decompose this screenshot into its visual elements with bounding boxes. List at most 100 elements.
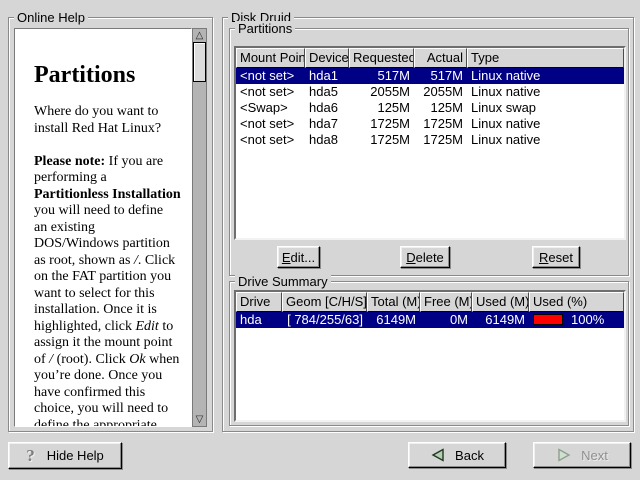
- cell: 517M: [414, 68, 467, 84]
- help-line: as root, shown as /. Click: [34, 253, 191, 270]
- online-help-frame-label: Online Help: [14, 10, 88, 25]
- cell: Linux swap: [467, 100, 624, 116]
- partitions-table: Mount PointDeviceRequestedActualType<not…: [234, 46, 626, 240]
- cell: Linux native: [467, 132, 624, 148]
- column-header[interactable]: Geom [C/H/S]: [282, 292, 367, 312]
- help-area: Partitions Where do you want toinstall R…: [14, 28, 207, 427]
- help-scrollbar[interactable]: △ ▽: [192, 28, 207, 427]
- cell: hda7: [305, 116, 349, 132]
- cell: 1725M: [349, 132, 414, 148]
- cell: 6149M: [367, 312, 420, 328]
- help-line: of / (root). Click Ok when: [34, 352, 191, 369]
- used-bar: [533, 314, 563, 325]
- scroll-down-icon[interactable]: ▽: [193, 413, 206, 426]
- cell: 125M: [349, 100, 414, 116]
- hide-help-label: Hide Help: [47, 448, 104, 463]
- cell: Linux native: [467, 68, 624, 84]
- cell: 517M: [349, 68, 414, 84]
- table-header-row: Mount PointDeviceRequestedActualType: [236, 48, 624, 68]
- cell: 125M: [414, 100, 467, 116]
- help-line: Where do you want to: [34, 104, 191, 121]
- edit-button[interactable]: Edit...: [277, 246, 320, 268]
- help-line: you’re done. Once you: [34, 368, 191, 385]
- cell: <not set>: [236, 84, 305, 100]
- drive-summary-table: DriveGeom [C/H/S]Total (M)Free (M)Used (…: [234, 290, 626, 422]
- question-mark-icon: ?: [26, 446, 35, 466]
- help-title: Partitions: [34, 63, 191, 88]
- partition-row[interactable]: <not set>hda1517M517MLinux native: [236, 68, 624, 84]
- help-line: want to select for this: [34, 286, 191, 303]
- column-header[interactable]: Drive: [236, 292, 282, 312]
- table-header-row: DriveGeom [C/H/S]Total (M)Free (M)Used (…: [236, 292, 624, 312]
- back-button[interactable]: Back: [408, 442, 506, 468]
- cell: 1725M: [414, 132, 467, 148]
- delete-button[interactable]: Delete: [400, 246, 450, 268]
- drive-summary-section: Drive Summary DriveGeom [C/H/S]Total (M)…: [229, 281, 629, 426]
- drive-row[interactable]: hda[ 784/255/63]6149M0M6149M100%: [236, 312, 624, 328]
- help-line: Please note: If you are: [34, 154, 191, 171]
- scrollbar-thumb[interactable]: [193, 42, 206, 82]
- cell: hda8: [305, 132, 349, 148]
- column-header[interactable]: Actual: [414, 48, 467, 68]
- help-line: highlighted, click Edit to: [34, 319, 191, 336]
- disk-druid-panel: Disk Druid Partitions Mount PointDeviceR…: [222, 17, 634, 432]
- cell: 2055M: [349, 84, 414, 100]
- help-line: an existing: [34, 220, 191, 237]
- column-header[interactable]: Device: [305, 48, 349, 68]
- online-help-panel: Online Help Partitions Where do you want…: [8, 17, 213, 432]
- drive-summary-frame-label: Drive Summary: [235, 274, 331, 289]
- partition-row[interactable]: <not set>hda52055M2055MLinux native: [236, 84, 624, 100]
- help-line: you will need to define: [34, 203, 191, 220]
- cell: 2055M: [414, 84, 467, 100]
- back-arrow-icon: [430, 448, 445, 462]
- column-header[interactable]: Used (%): [529, 292, 624, 312]
- cell: 6149M: [472, 312, 529, 328]
- partition-row[interactable]: <not set>hda81725M1725MLinux native: [236, 132, 624, 148]
- help-line: [34, 137, 191, 154]
- help-line: DOS/Windows partition: [34, 236, 191, 253]
- cell: hda6: [305, 100, 349, 116]
- partition-row[interactable]: <not set>hda71725M1725MLinux native: [236, 116, 624, 132]
- help-line: install Red Hat Linux?: [34, 121, 191, 138]
- next-button[interactable]: Next: [533, 442, 631, 468]
- help-line: performing a: [34, 170, 191, 187]
- cell: <not set>: [236, 116, 305, 132]
- cell: <not set>: [236, 132, 305, 148]
- used-percent-value: 100%: [571, 312, 604, 327]
- cell: hda5: [305, 84, 349, 100]
- cell: Linux native: [467, 116, 624, 132]
- hide-help-button[interactable]: ? Hide Help: [8, 442, 122, 469]
- help-text: Where do you want toinstall Red Hat Linu…: [34, 104, 191, 427]
- column-header[interactable]: Used (M): [472, 292, 529, 312]
- cell: <Swap>: [236, 100, 305, 116]
- next-arrow-icon: [556, 448, 571, 462]
- partitions-frame-label: Partitions: [235, 21, 295, 36]
- back-label: Back: [455, 448, 484, 463]
- cell: 0M: [420, 312, 472, 328]
- help-line: have confirmed this: [34, 385, 191, 402]
- column-header[interactable]: Mount Point: [236, 48, 305, 68]
- help-viewport: Partitions Where do you want toinstall R…: [14, 28, 192, 427]
- cell: hda1: [305, 68, 349, 84]
- used-percent-cell: 100%: [529, 312, 624, 328]
- column-header[interactable]: Requested: [349, 48, 414, 68]
- column-header[interactable]: Total (M): [367, 292, 420, 312]
- help-line: choice, you will need to: [34, 401, 191, 418]
- cell: Linux native: [467, 84, 624, 100]
- help-line: installation. Once it is: [34, 302, 191, 319]
- column-header[interactable]: Type: [467, 48, 624, 68]
- cell: hda: [236, 312, 282, 328]
- reset-button[interactable]: Reset: [532, 246, 580, 268]
- scroll-up-icon[interactable]: △: [193, 29, 206, 42]
- cell: 1725M: [414, 116, 467, 132]
- installer-screen: Online Help Partitions Where do you want…: [0, 0, 640, 480]
- column-header[interactable]: Free (M): [420, 292, 472, 312]
- help-line: define the appropriate: [34, 418, 191, 428]
- cell: 1725M: [349, 116, 414, 132]
- partitions-section: Partitions Mount PointDeviceRequestedAct…: [229, 28, 629, 276]
- help-line: on the FAT partition you: [34, 269, 191, 286]
- help-line: assign it the mount point: [34, 335, 191, 352]
- cell: <not set>: [236, 68, 305, 84]
- next-label: Next: [581, 448, 608, 463]
- partition-row[interactable]: <Swap>hda6125M125MLinux swap: [236, 100, 624, 116]
